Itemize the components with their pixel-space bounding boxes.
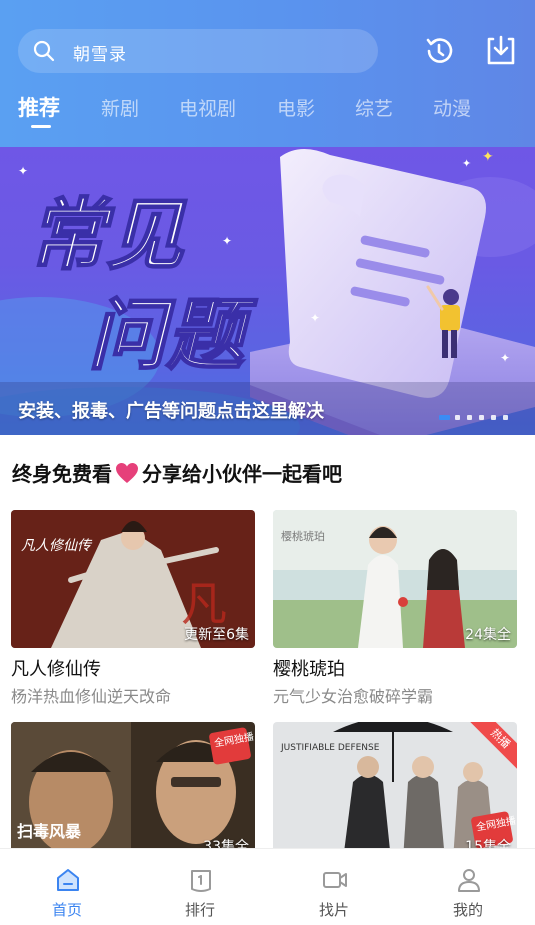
carousel-dot <box>455 415 460 420</box>
carousel-indicator <box>439 415 509 421</box>
svg-text:✦: ✦ <box>310 311 320 325</box>
share-promo-title: 终身免费看 分享给小伙伴一起看吧 <box>12 458 342 487</box>
nav-profile-label: 我的 <box>452 901 483 919</box>
drama-card[interactable]: JUSTIFIABLE DEFENSE 全网独播 热播 15集全 <box>273 722 517 860</box>
poster-title: 樱桃琥珀 <box>281 529 325 543</box>
carousel-dot <box>503 415 508 420</box>
drama-poster: 凡 凡人修仙传 更新至6集 <box>11 510 255 648</box>
drama-title: 凡人修仙传 <box>11 659 101 680</box>
drama-poster: JUSTIFIABLE DEFENSE 全网独播 热播 15集全 <box>273 722 517 860</box>
search-icon <box>33 40 55 62</box>
video-camera-icon <box>323 872 347 888</box>
app-header: 朝雪录 推荐 新剧 电视剧 电影 综艺 动漫 <box>0 0 535 147</box>
carousel-dot <box>439 415 450 420</box>
tab-anime[interactable]: 动漫 <box>433 94 471 121</box>
episode-badge: 24集全 <box>465 627 511 643</box>
drama-description: 杨洋热血修仙逆天改命 <box>11 687 172 706</box>
tab-movies[interactable]: 电影 <box>277 94 315 121</box>
faq-banner[interactable]: ✦ ✦ ✦ ✦ ✦ ✦ 常见 问题 安装、报毒、广告等问题点击这里解决 <box>0 147 535 435</box>
nav-home[interactable]: 首页 <box>17 849 117 925</box>
user-icon <box>458 869 480 892</box>
nav-discover-label: 找片 <box>318 901 349 919</box>
tab-new-drama[interactable]: 新剧 <box>101 94 139 121</box>
tab-recommend[interactable]: 推荐 <box>18 92 60 122</box>
search-bar[interactable]: 朝雪录 <box>18 29 378 73</box>
history-icon[interactable] <box>421 33 457 69</box>
nav-discover[interactable]: 找片 <box>284 849 384 925</box>
banner-caption: 安装、报毒、广告等问题点击这里解决 <box>18 401 324 422</box>
bottom-navigation: 首页 排行 找片 我的 <box>0 848 535 925</box>
banner-headline-1: 常见 <box>28 191 187 281</box>
drama-card[interactable]: 扫毒风暴 全网独播 33集全 <box>11 722 255 860</box>
carousel-dot <box>491 415 496 420</box>
tab-tv-series[interactable]: 电视剧 <box>179 94 236 121</box>
home-icon <box>57 869 79 891</box>
search-placeholder: 朝雪录 <box>73 45 127 65</box>
drama-card[interactable]: 凡 凡人修仙传 更新至6集 凡人修仙传 杨洋热血修仙逆天改命 <box>11 510 255 706</box>
ranking-icon <box>191 870 211 892</box>
drama-title: 樱桃琥珀 <box>273 659 345 680</box>
active-tab-indicator <box>31 125 51 128</box>
heart-icon <box>116 462 138 483</box>
svg-text:✦: ✦ <box>18 164 28 178</box>
download-icon[interactable] <box>483 33 519 69</box>
episode-badge: 更新至6集 <box>184 627 249 643</box>
promo-text-2: 分享给小伙伴一起看吧 <box>142 462 342 486</box>
nav-ranking[interactable]: 排行 <box>150 849 250 925</box>
carousel-dot <box>479 415 484 420</box>
svg-text:✦: ✦ <box>482 149 494 165</box>
svg-text:✦: ✦ <box>222 234 232 248</box>
drama-poster: 樱桃琥珀 24集全 <box>273 510 517 648</box>
drama-description: 元气少女治愈破碎学霸 <box>273 687 434 706</box>
category-tabs: 推荐 新剧 电视剧 电影 综艺 动漫 <box>0 92 535 132</box>
tab-variety[interactable]: 综艺 <box>355 94 393 121</box>
banner-illustration: ✦ ✦ ✦ ✦ ✦ ✦ 常见 问题 <box>0 148 535 435</box>
svg-text:凡: 凡 <box>181 577 227 631</box>
svg-text:✦: ✦ <box>462 157 471 170</box>
poster-title: 凡人修仙传 <box>21 538 93 554</box>
poster-title: JUSTIFIABLE DEFENSE <box>280 743 380 753</box>
svg-text:✦: ✦ <box>500 351 510 365</box>
carousel-dot <box>467 415 472 420</box>
nav-home-label: 首页 <box>51 901 82 919</box>
poster-title: 扫毒风暴 <box>17 822 82 841</box>
nav-ranking-label: 排行 <box>184 901 215 919</box>
promo-text-1: 终身免费看 <box>12 462 112 486</box>
drama-poster: 扫毒风暴 全网独播 33集全 <box>11 722 255 860</box>
nav-profile[interactable]: 我的 <box>418 849 518 925</box>
drama-card[interactable]: 樱桃琥珀 24集全 樱桃琥珀 元气少女治愈破碎学霸 <box>273 510 517 706</box>
banner-headline-2: 问题 <box>88 291 258 381</box>
